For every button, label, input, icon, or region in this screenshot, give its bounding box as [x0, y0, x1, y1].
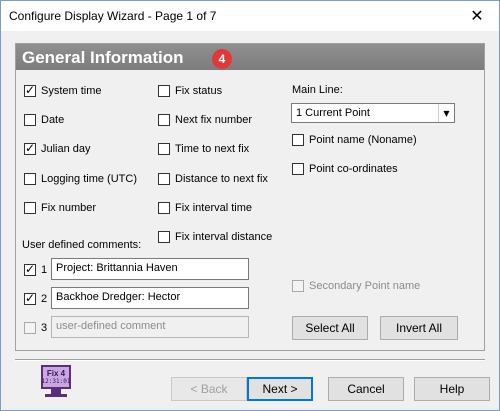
panel-title: General Information	[22, 48, 184, 67]
step-badge: 4	[212, 49, 232, 69]
fix-interval-time-checkbox[interactable]: Fix interval time	[158, 201, 252, 215]
comment-3-checkbox: 3	[24, 321, 47, 335]
checkbox-box[interactable]	[24, 202, 36, 214]
checkbox-box[interactable]	[24, 291, 36, 305]
secondary-point-name-checkbox: Secondary Point name	[292, 279, 420, 293]
title-bar: Configure Display Wizard - Page 1 of 7 ✕	[1, 1, 499, 31]
checkbox-label: Date	[41, 114, 65, 126]
checkbox-label: Secondary Point name	[309, 280, 421, 292]
checkbox-label: Distance to next fix	[175, 173, 268, 185]
checkbox-label: Time to next fix	[175, 143, 250, 155]
checkbox-box[interactable]	[292, 163, 304, 175]
panel-header: General Information 4	[16, 44, 484, 70]
fix4-logo-icon: Fix 4 12:31:01	[41, 365, 71, 397]
date-checkbox[interactable]: Date	[24, 113, 64, 127]
checkbox-box[interactable]	[24, 141, 36, 155]
logging-time-checkbox[interactable]: Logging time (UTC)	[24, 172, 137, 186]
help-button[interactable]: Help	[414, 377, 490, 401]
checkbox-label: Fix status	[175, 85, 223, 97]
comment-number: 3	[41, 322, 48, 334]
footer-divider	[15, 359, 485, 361]
distance-to-next-fix-checkbox[interactable]: Distance to next fix	[158, 172, 268, 186]
checkbox-label: Point co-ordinates	[309, 163, 398, 175]
main-line-label: Main Line:	[292, 84, 343, 96]
point-name-checkbox[interactable]: Point name (Noname)	[292, 133, 417, 147]
julian-day-checkbox[interactable]: Julian day	[24, 141, 91, 156]
invert-all-button[interactable]: Invert All	[380, 316, 458, 340]
comment-number: 2	[41, 293, 48, 305]
fix-status-checkbox[interactable]: Fix status	[158, 84, 222, 98]
comment-2-checkbox[interactable]: 2	[24, 291, 48, 306]
wizard-window: Configure Display Wizard - Page 1 of 7 ✕…	[0, 0, 500, 411]
general-information-panel: General Information 4 System time Date J…	[15, 43, 485, 351]
checkbox-box	[292, 280, 304, 292]
fix-number-checkbox[interactable]: Fix number	[24, 201, 96, 215]
main-line-selected-value: 1 Current Point	[296, 107, 370, 119]
chevron-down-icon[interactable]: ▼	[438, 104, 454, 122]
logo-title: Fix 4	[46, 369, 66, 378]
checkbox-box[interactable]	[158, 231, 170, 243]
next-button[interactable]: Next >	[247, 377, 313, 401]
checkbox-box[interactable]	[292, 134, 304, 146]
checkbox-box[interactable]	[24, 114, 36, 126]
comment-1-field[interactable]: Project: Brittannia Haven	[51, 258, 249, 280]
comments-label: User defined comments:	[22, 239, 142, 251]
main-line-select[interactable]: 1 Current Point ▼	[291, 103, 455, 123]
select-all-button[interactable]: Select All	[292, 316, 368, 340]
checkbox-box[interactable]	[158, 202, 170, 214]
comment-2-field[interactable]: Backhoe Dredger: Hector	[51, 287, 249, 309]
logo-base	[45, 394, 67, 397]
window-title: Configure Display Wizard - Page 1 of 7	[9, 9, 217, 23]
logo-screen: Fix 4 12:31:01	[41, 365, 71, 389]
checkbox-label: System time	[41, 85, 102, 97]
close-icon[interactable]: ✕	[455, 1, 499, 31]
checkbox-box[interactable]	[158, 173, 170, 185]
cancel-button[interactable]: Cancel	[328, 377, 404, 401]
checkbox-box[interactable]	[24, 83, 36, 97]
logo-time: 12:31:01	[41, 378, 71, 385]
checkbox-box[interactable]	[24, 173, 36, 185]
checkbox-label: Point name (Noname)	[309, 134, 417, 146]
checkbox-label: Julian day	[41, 143, 91, 155]
checkbox-box[interactable]	[158, 114, 170, 126]
point-coordinates-checkbox[interactable]: Point co-ordinates	[292, 162, 398, 176]
system-time-checkbox[interactable]: System time	[24, 83, 102, 98]
checkbox-label: Fix number	[41, 202, 97, 214]
time-to-next-fix-checkbox[interactable]: Time to next fix	[158, 142, 249, 156]
next-fix-number-checkbox[interactable]: Next fix number	[158, 113, 252, 127]
comment-1-checkbox[interactable]: 1	[24, 262, 48, 277]
back-button: < Back	[171, 377, 247, 401]
checkbox-box[interactable]	[24, 262, 36, 276]
checkbox-label: Fix interval time	[175, 202, 253, 214]
fix-interval-distance-checkbox[interactable]: Fix interval distance	[158, 230, 272, 244]
checkbox-box	[24, 322, 36, 334]
checkbox-box[interactable]	[158, 143, 170, 155]
comment-3-field: user-defined comment	[51, 316, 249, 338]
checkbox-box[interactable]	[158, 85, 170, 97]
checkbox-label: Next fix number	[175, 114, 253, 126]
checkbox-label: Fix interval distance	[175, 231, 273, 243]
checkbox-label: Logging time (UTC)	[41, 173, 137, 185]
comment-number: 1	[41, 264, 48, 276]
